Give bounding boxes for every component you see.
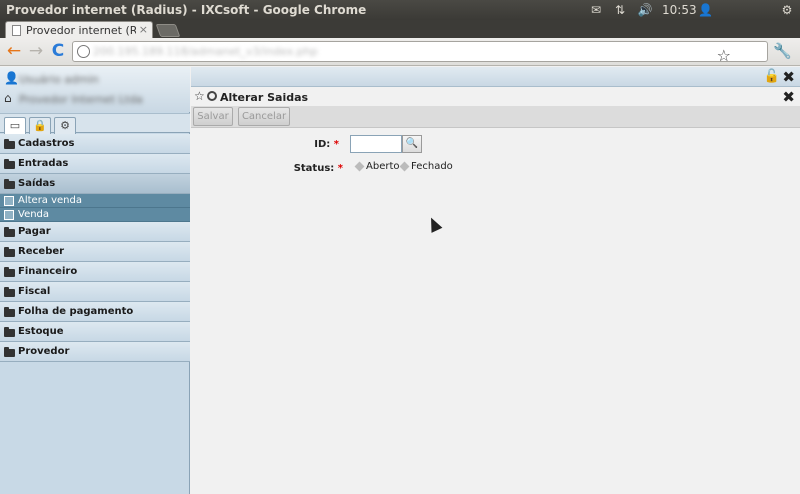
window-title: Provedor internet (Radius) - IXCsoft - G… [6, 3, 367, 17]
browser-tab-title: Provedor internet (Radius [26, 24, 136, 37]
id-label-text: ID: [314, 139, 331, 150]
clock[interactable]: 10:53 [662, 2, 697, 18]
browser-tab[interactable]: Provedor internet (Radius × [5, 21, 153, 38]
user-row: 👤 Usuário admin [4, 71, 184, 87]
sidebar-item-folha-de-pagamento[interactable]: Folha de pagamento [0, 302, 190, 322]
back-arrow-icon[interactable]: ← [4, 41, 24, 61]
radio-aberto[interactable] [354, 161, 365, 172]
sidebar-tabs: ▭ 🔒 ⚙ [0, 113, 190, 135]
sidebar-item-label: Entradas [18, 158, 69, 169]
sidebar-item-label: Folha de pagamento [18, 306, 134, 317]
unlock-icon[interactable]: 🔓 [764, 69, 780, 84]
id-input[interactable] [350, 135, 402, 153]
globe-icon [77, 45, 90, 58]
folder-icon [4, 307, 15, 317]
mail-icon[interactable]: ✉ [588, 2, 604, 18]
document-edit-icon [4, 210, 14, 220]
sidebar-item-estoque[interactable]: Estoque [0, 322, 190, 342]
ring-icon[interactable] [207, 91, 217, 101]
close-all-icon[interactable]: ✖ [782, 68, 795, 86]
id-label: ID: * [279, 139, 339, 150]
folder-icon [4, 267, 15, 277]
sidebar-item-fiscal[interactable]: Fiscal [0, 282, 190, 302]
sidebar-item-label: Cadastros [18, 138, 75, 149]
folder-icon [4, 287, 15, 297]
home-icon: ⌂ [4, 91, 12, 105]
folder-icon [4, 159, 15, 169]
tab-close-icon[interactable]: × [139, 23, 148, 36]
bookmark-star-icon[interactable]: ☆ [717, 46, 731, 65]
sidebar: 👤 Usuário admin ⌂ Provedor Internet Ltda… [0, 67, 190, 494]
folder-icon [4, 347, 15, 357]
folder-icon [4, 227, 15, 237]
tab-window-icon[interactable]: ▭ [4, 117, 26, 135]
company-row: ⌂ Provedor Internet Ltda [4, 91, 184, 107]
cancel-button[interactable]: Cancelar [238, 107, 290, 126]
sidebar-item-saidas[interactable]: Saídas [0, 174, 190, 194]
page-favicon-icon [12, 25, 21, 36]
user-name: Usuário admin [19, 73, 99, 86]
tab-settings-icon[interactable]: ⚙ [54, 117, 76, 134]
network-icon[interactable]: ⇅ [612, 2, 628, 18]
favorite-star-icon[interactable]: ☆ [194, 89, 205, 103]
user-icon: 👤 [4, 71, 19, 85]
sidebar-menu: Cadastros Entradas Saídas Altera venda V… [0, 134, 190, 362]
folder-icon [4, 139, 15, 149]
company-name: Provedor Internet Ltda [19, 93, 143, 106]
status-label-text: Status: [293, 163, 335, 174]
sidebar-item-cadastros[interactable]: Cadastros [0, 134, 190, 154]
required-mark: * [333, 139, 339, 150]
volume-icon[interactable]: 🔊 [636, 2, 654, 18]
user-block: 👤 Usuário admin ⌂ Provedor Internet Ltda [0, 67, 190, 112]
settings-gear-icon[interactable]: ⚙ [778, 2, 796, 18]
address-url: 200.195.189.118/admanet_v3/index.php [93, 45, 318, 58]
radio-aberto-label[interactable]: Aberto [366, 161, 400, 172]
required-mark: * [337, 163, 343, 174]
search-icon[interactable]: 🔍 [402, 135, 422, 153]
sidebar-item-provedor[interactable]: Provedor [0, 342, 190, 362]
sidebar-subitem-altera-venda[interactable]: Altera venda [0, 194, 190, 208]
document-edit-icon [4, 196, 14, 206]
sidebar-subitem-venda[interactable]: Venda [0, 208, 190, 222]
sidebar-item-label: Pagar [18, 226, 51, 237]
sidebar-item-label: Estoque [18, 326, 64, 337]
folder-icon [4, 327, 15, 337]
radio-fechado[interactable] [399, 161, 410, 172]
sidebar-item-receber[interactable]: Receber [0, 242, 190, 262]
folder-icon [4, 247, 15, 257]
wrench-icon[interactable]: 🔧 [773, 42, 792, 60]
reload-icon[interactable]: C [48, 41, 68, 61]
folder-icon [4, 179, 15, 189]
main-top-strip: 🔓 ✖ [191, 67, 800, 87]
sidebar-item-financeiro[interactable]: Financeiro [0, 262, 190, 282]
form-title-bar: ☆ Alterar Saidas ✖ [191, 88, 800, 106]
sidebar-item-label: Saídas [18, 178, 56, 189]
new-tab-button[interactable] [155, 24, 181, 37]
sidebar-item-pagar[interactable]: Pagar [0, 222, 190, 242]
sidebar-item-label: Financeiro [18, 266, 78, 277]
os-top-bar: Provedor internet (Radius) - IXCsoft - G… [0, 0, 800, 20]
save-button[interactable]: Salvar [193, 107, 233, 126]
sidebar-item-entradas[interactable]: Entradas [0, 154, 190, 174]
close-form-icon[interactable]: ✖ [782, 88, 795, 106]
user-icon[interactable]: 👤 [698, 2, 713, 18]
sidebar-item-label: Fiscal [18, 286, 51, 297]
main-panel: 🔓 ✖ ☆ Alterar Saidas ✖ Salvar Cancelar I… [191, 67, 800, 494]
tab-lock-icon[interactable]: 🔒 [29, 117, 51, 134]
status-label: Status: * [283, 163, 343, 174]
tab-strip: Provedor internet (Radius × [0, 20, 800, 38]
sidebar-subitem-label: Venda [18, 209, 50, 220]
browser-toolbar: ← → C 200.195.189.118/admanet_v3/index.p… [0, 38, 800, 66]
form-title: Alterar Saidas [220, 91, 309, 104]
sidebar-item-label: Provedor [18, 346, 70, 357]
address-bar[interactable]: 200.195.189.118/admanet_v3/index.php ☆ [72, 41, 768, 65]
sidebar-item-label: Receber [18, 246, 65, 257]
sidebar-subitem-label: Altera venda [18, 195, 82, 206]
radio-fechado-label[interactable]: Fechado [411, 161, 453, 172]
forward-arrow-icon[interactable]: → [26, 41, 46, 61]
form-toolbar: Salvar Cancelar [191, 106, 800, 128]
